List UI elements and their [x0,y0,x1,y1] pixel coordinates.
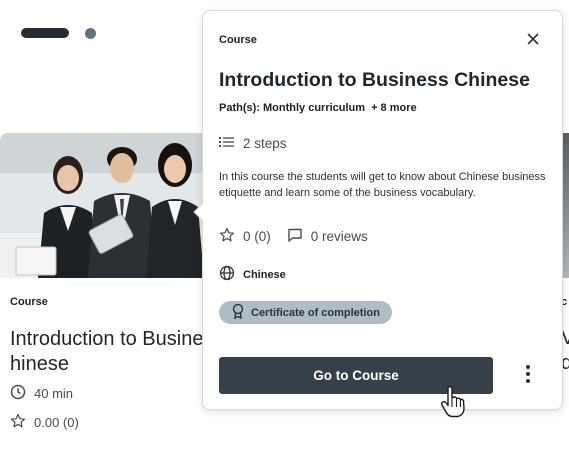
close-button[interactable] [523,31,543,51]
steps-info: 2 steps [219,135,287,152]
reviews-text: 0 reviews [310,229,368,244]
star-outline-icon [10,413,26,432]
go-to-course-button[interactable]: Go to Course [219,357,493,394]
popover-title: Introduction to Business Chinese [219,69,530,91]
more-options-button[interactable] [518,363,538,389]
course-details-popover: Course Introduction to Business Chinese … [193,10,563,410]
language-info: Chinese [219,265,286,284]
course-card-background[interactable]: Course Introduction to Busine hinese 40 … [0,133,215,454]
card-title[interactable]: Introduction to Busine hinese [10,327,210,377]
card-duration: 40 min [10,384,73,403]
certificate-text: Certificate of completion [251,306,380,319]
popover-rating: 0 (0) [219,227,271,246]
language-text: Chinese [243,268,286,281]
paths-label: Path(s): Monthly curriculum [219,102,366,114]
certificate-badge: Certificate of completion [219,301,392,324]
card-type-label: Course [10,296,48,308]
globe-icon [219,265,235,284]
popover-type-label: Course [219,34,257,46]
pager-dot[interactable] [85,28,96,39]
ribbon-badge-icon [231,303,245,322]
paths-more-link[interactable]: + 8 more [371,102,417,114]
close-icon [527,32,539,50]
reviews-link[interactable]: 0 reviews [287,227,368,246]
paths-info: Path(s): Monthly curriculum + 8 more [219,102,417,114]
more-vertical-icon [525,364,531,389]
rating-value: 0 (0) [243,229,271,244]
card-rating: 0.00 (0) [10,413,79,432]
pager-active-indicator[interactable] [21,28,69,38]
course-description: In this course the students will get to … [219,171,546,199]
course-stats: 0 (0) 0 reviews [219,227,368,246]
steps-text: 2 steps [243,136,287,151]
star-outline-icon [219,227,235,246]
rating-text: 0.00 (0) [34,415,79,430]
clock-icon [10,384,26,403]
course-image [0,133,215,278]
list-icon [219,135,235,152]
comment-icon [287,227,303,246]
duration-text: 40 min [34,386,74,401]
